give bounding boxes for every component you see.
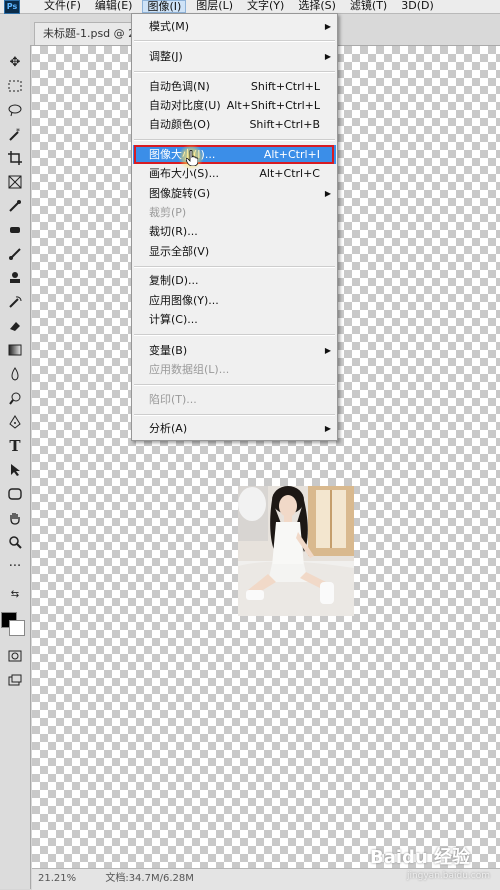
annotation-highlight-box (134, 145, 334, 164)
menu-item-shortcut: Alt+Ctrl+C (259, 167, 320, 180)
zoom-level[interactable]: 21.21% (38, 873, 76, 884)
menu-3d[interactable]: 3D(D) (397, 0, 438, 13)
menu-separator (134, 414, 335, 416)
menu-separator (134, 334, 335, 336)
watermark-brand: Baidu 经验 (369, 847, 470, 868)
menu-item-adjustments[interactable]: 调整(J) ▶ (133, 47, 336, 66)
menu-item-label: 裁剪(P) (149, 206, 187, 219)
menu-layer[interactable]: 图层(L) (192, 0, 237, 13)
menu-item-calculations[interactable]: 计算(C)... (133, 310, 336, 329)
shape-tool-icon[interactable] (5, 484, 25, 504)
more-tools-icon[interactable]: ··· (5, 556, 25, 576)
slice-tool-icon[interactable] (5, 172, 25, 192)
path-selection-tool-icon[interactable] (5, 460, 25, 480)
menu-item-shortcut: Shift+Ctrl+L (250, 80, 320, 93)
menu-item-shortcut: Alt+Shift+Ctrl+L (226, 99, 320, 112)
menu-item-trap: 陷印(T)... (133, 390, 336, 409)
status-bar: 21.21% 文档:34.7M/6.28M Baidu 经验 jingyan.b… (32, 848, 500, 890)
submenu-arrow-icon: ▶ (324, 424, 331, 433)
menu-item-label: 变量(B) (149, 344, 188, 357)
clone-stamp-tool-icon[interactable] (5, 268, 25, 288)
hand-tool-icon[interactable] (5, 508, 25, 528)
menu-separator (134, 71, 335, 73)
menu-item-apply-data-set: 应用数据组(L)... (133, 360, 336, 379)
dodge-tool-icon[interactable] (5, 388, 25, 408)
menu-item-label: 自动颜色(O) (149, 118, 211, 131)
menu-edit[interactable]: 编辑(E) (91, 0, 137, 13)
menu-item-label: 图像旋转(G) (149, 187, 211, 200)
menu-item-label: 显示全部(V) (149, 245, 210, 258)
menu-item-apply-image[interactable]: 应用图像(Y)... (133, 291, 336, 310)
menu-item-label: 陷印(T)... (149, 393, 197, 406)
menu-separator (134, 384, 335, 386)
magic-wand-tool-icon[interactable]: * (5, 124, 25, 144)
document-size: 文档:34.7M/6.28M (105, 873, 194, 884)
hand-cursor-icon (185, 149, 199, 169)
menu-image[interactable]: 图像(I) (142, 0, 187, 13)
menu-item-label: 自动对比度(U) (149, 99, 221, 112)
submenu-arrow-icon: ▶ (324, 189, 331, 198)
menu-type[interactable]: 文字(Y) (243, 0, 288, 13)
menu-separator (134, 40, 335, 42)
photo-layer (238, 486, 354, 616)
menu-item-canvas-size[interactable]: 画布大小(S)... Alt+Ctrl+C (133, 164, 336, 183)
submenu-arrow-icon: ▶ (324, 346, 331, 355)
menu-item-trim[interactable]: 裁切(R)... (133, 222, 336, 241)
menu-item-crop: 裁剪(P) (133, 203, 336, 222)
menu-separator (134, 139, 335, 141)
menu-bar: Ps 文件(F) 编辑(E) 图像(I) 图层(L) 文字(Y) 选择(S) 滤… (0, 0, 500, 14)
photoshop-logo: Ps (4, 0, 20, 14)
menu-item-label: 裁切(R)... (149, 225, 198, 238)
menu-item-label: 应用图像(Y)... (149, 294, 219, 307)
screen-mode-icon[interactable] (5, 670, 25, 690)
menu-item-variables[interactable]: 变量(B) ▶ (133, 341, 336, 360)
pen-tool-icon[interactable] (5, 412, 25, 432)
type-tool-icon[interactable]: T (5, 436, 25, 456)
menu-file[interactable]: 文件(F) (40, 0, 85, 13)
healing-brush-tool-icon[interactable] (5, 220, 25, 240)
menu-item-label: 自动色调(N) (149, 80, 210, 93)
blur-tool-icon[interactable] (5, 364, 25, 384)
swap-colors-icon[interactable]: ⇆ (5, 588, 25, 600)
menu-filter[interactable]: 滤镜(T) (346, 0, 391, 13)
menu-item-auto-color[interactable]: 自动颜色(O) Shift+Ctrl+B (133, 115, 336, 134)
menu-item-auto-contrast[interactable]: 自动对比度(U) Alt+Shift+Ctrl+L (133, 96, 336, 115)
menu-item-duplicate[interactable]: 复制(D)... (133, 271, 336, 290)
submenu-arrow-icon: ▶ (324, 52, 331, 61)
baidu-watermark: Baidu 经验 jingyan.baidu.com (364, 848, 490, 886)
tools-panel: ✥ * T ··· ⇆ (0, 14, 31, 889)
menu-item-analysis[interactable]: 分析(A) ▶ (133, 419, 336, 438)
menu-item-label: 分析(A) (149, 422, 188, 435)
menu-item-auto-tone[interactable]: 自动色调(N) Shift+Ctrl+L (133, 77, 336, 96)
eyedropper-tool-icon[interactable] (5, 196, 25, 216)
eraser-tool-icon[interactable] (5, 316, 25, 336)
menu-item-mode[interactable]: 模式(M) ▶ (133, 17, 336, 36)
menu-select[interactable]: 选择(S) (294, 0, 340, 13)
marquee-tool-icon[interactable] (5, 76, 25, 96)
history-brush-tool-icon[interactable] (5, 292, 25, 312)
menu-item-label: 调整(J) (149, 50, 183, 63)
menu-item-shortcut: Shift+Ctrl+B (249, 118, 320, 131)
menu-item-image-rotation[interactable]: 图像旋转(G) ▶ (133, 184, 336, 203)
menu-item-label: 应用数据组(L)... (149, 363, 230, 376)
move-tool-icon[interactable]: ✥ (5, 52, 25, 72)
background-color-swatch[interactable] (9, 620, 25, 636)
crop-tool-icon[interactable] (5, 148, 25, 168)
svg-text:*: * (16, 127, 20, 136)
menu-item-reveal-all[interactable]: 显示全部(V) (133, 242, 336, 261)
gradient-tool-icon[interactable] (5, 340, 25, 360)
menu-item-label: 计算(C)... (149, 313, 198, 326)
brush-tool-icon[interactable] (5, 244, 25, 264)
menu-item-label: 模式(M) (149, 20, 190, 33)
watermark-url: jingyan.baidu.com (406, 871, 490, 881)
lasso-tool-icon[interactable] (5, 100, 25, 120)
menu-separator (134, 266, 335, 268)
submenu-arrow-icon: ▶ (324, 22, 331, 31)
image-menu-dropdown: 模式(M) ▶ 调整(J) ▶ 自动色调(N) Shift+Ctrl+L 自动对… (131, 13, 338, 441)
menu-item-label: 复制(D)... (149, 274, 199, 287)
quick-mask-icon[interactable] (5, 646, 25, 666)
zoom-tool-icon[interactable] (5, 532, 25, 552)
